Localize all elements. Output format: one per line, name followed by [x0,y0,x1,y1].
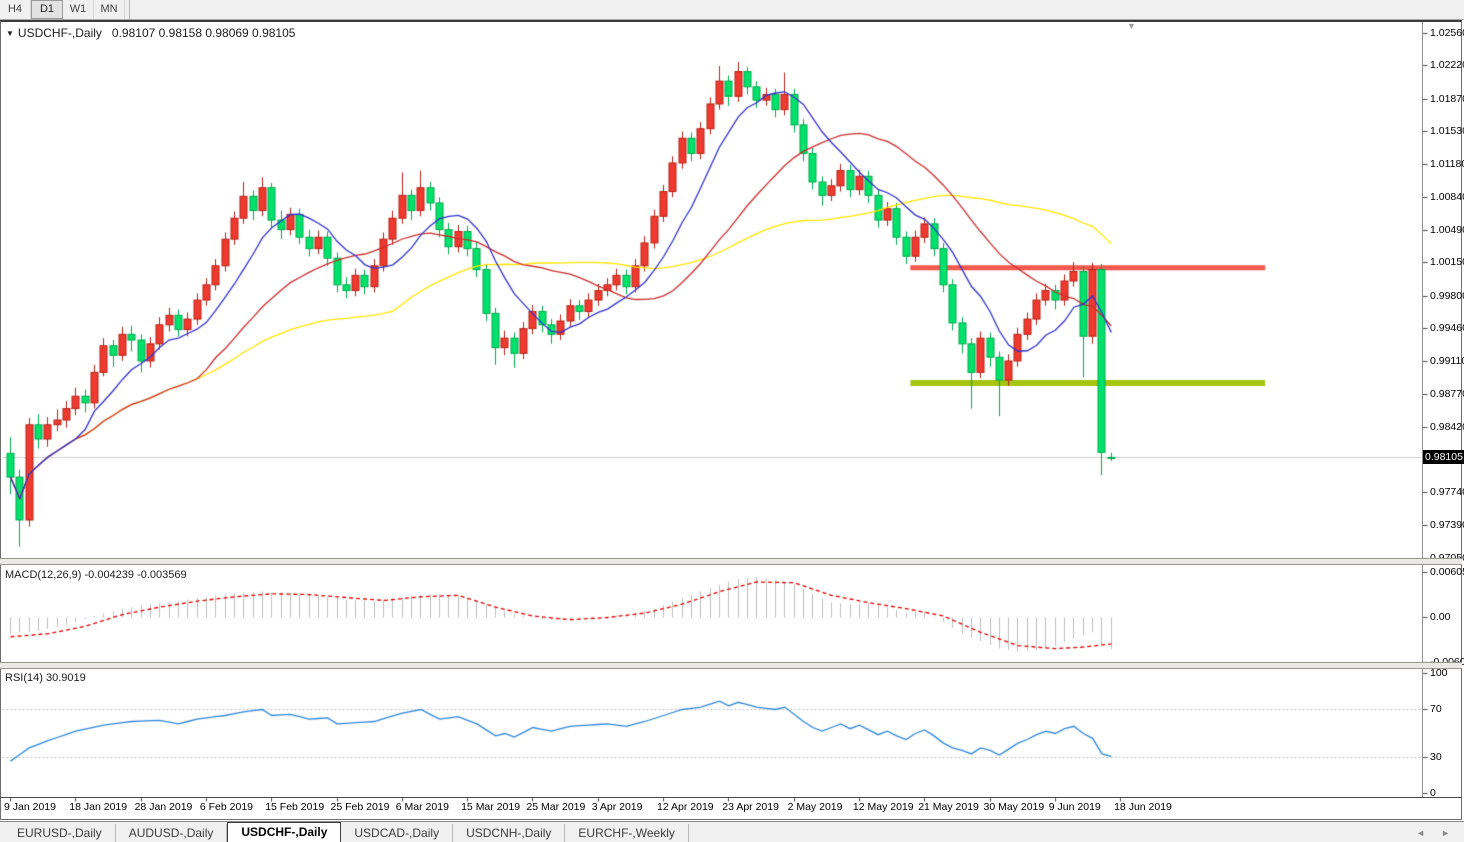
price-axis-label: 1.00150 [1430,256,1464,268]
tab-audusd-daily[interactable]: AUDUSD-,Daily [116,824,228,842]
macd-indicator-values: -0.004239 -0.003569 [84,569,186,581]
tab-scroll-left-icon[interactable]: ◄ [1416,823,1425,842]
tab-eurusd-daily[interactable]: EURUSD-,Daily [4,824,116,842]
rsi-axis-label: 30 [1430,751,1442,763]
macd-label: MACD(12,26,9) -0.004239 -0.003569 [5,569,187,581]
tab-usdcnh-daily[interactable]: USDCNH-,Daily [453,824,565,842]
date-axis-label: 12 Apr 2019 [657,801,714,813]
panel-splitter-rsi[interactable] [0,662,1462,669]
chart-tabs-bar: EURUSD-,DailyAUDUSD-,DailyUSDCHF-,DailyU… [0,821,1464,842]
price-axis-label: 1.02560 [1430,27,1464,39]
date-axis-label: 15 Feb 2019 [265,801,324,813]
date-axis-label: 9 Jan 2019 [4,801,56,813]
rsi-label: RSI(14) 30.9019 [5,672,86,684]
date-axis-label: 18 Jun 2019 [1114,801,1172,813]
date-axis-label: 18 Jan 2019 [69,801,127,813]
price-axis-label: 0.97740 [1430,486,1464,498]
price-axis-label: 0.98770 [1430,388,1464,400]
date-axis-label: 25 Mar 2019 [526,801,585,813]
price-axis-label: 0.98420 [1430,421,1464,433]
price-axis-border [1422,22,1423,797]
tab-scroll-arrows: ◄► [1416,822,1450,842]
macd-axis-label: 0.00 [1430,611,1450,623]
chart-plot-canvas[interactable] [0,0,1464,842]
chart-ohlc-values: 0.98107 0.98158 0.98069 0.98105 [112,26,296,40]
date-axis-label: 3 Apr 2019 [592,801,643,813]
date-axis-label: 2 May 2019 [788,801,843,813]
date-axis-label: 9 Jun 2019 [1049,801,1101,813]
tab-usdchf-daily[interactable]: USDCHF-,Daily [227,822,341,842]
tab-eurchf-weekly[interactable]: EURCHF-,Weekly [565,824,688,842]
price-axis-label: 0.99110 [1430,355,1464,367]
macd-axis-label: 0.006058 [1430,566,1464,578]
price-axis-label: 1.01180 [1430,158,1464,170]
price-axis-label: 1.02220 [1430,59,1464,71]
terminal-root: H4D1W1MN ▼USDCHF-,Daily0.98107 0.98158 0… [0,0,1464,842]
date-axis-label: 21 May 2019 [918,801,979,813]
chart-title: ▼ USDCHF-,Daily 0.98107 0.98158 0.98069 0.… [6,26,295,40]
date-axis-border [0,797,1462,798]
price-axis-label: 1.00840 [1430,191,1464,203]
price-axis-label: 1.01870 [1430,93,1464,105]
rsi-axis-label: 70 [1430,703,1442,715]
symbol-dropdown-icon: ▼ [6,29,14,38]
date-axis-label: 15 Mar 2019 [461,801,520,813]
price-axis-label: 0.97390 [1430,519,1464,531]
panel-splitter-macd[interactable] [0,558,1462,565]
price-axis-label: 1.01530 [1430,125,1464,137]
date-axis-label: 28 Jan 2019 [135,801,193,813]
date-axis-label: 23 Apr 2019 [722,801,779,813]
date-axis-label: 12 May 2019 [853,801,914,813]
date-axis-label: 30 May 2019 [984,801,1045,813]
chart-shift-marker[interactable]: ▼ [1127,22,1136,31]
date-axis-label: 6 Feb 2019 [200,801,253,813]
price-axis-label: 0.99800 [1430,290,1464,302]
rsi-indicator-name: RSI(14) [5,672,43,684]
tab-scroll-right-icon[interactable]: ► [1441,823,1450,842]
tab-usdcad-daily[interactable]: USDCAD-,Daily [341,824,453,842]
macd-indicator-name: MACD(12,26,9) [5,569,81,581]
date-axis-label: 25 Feb 2019 [331,801,390,813]
price-axis-label: 1.00490 [1430,224,1464,236]
rsi-indicator-value: 30.9019 [46,672,86,684]
chart-symbol-label: USDCHF-,Daily [18,26,102,40]
date-axis-label: 6 Mar 2019 [396,801,449,813]
price-axis-label: 0.99460 [1430,322,1464,334]
current-price-tag: 0.98105 [1423,450,1464,464]
